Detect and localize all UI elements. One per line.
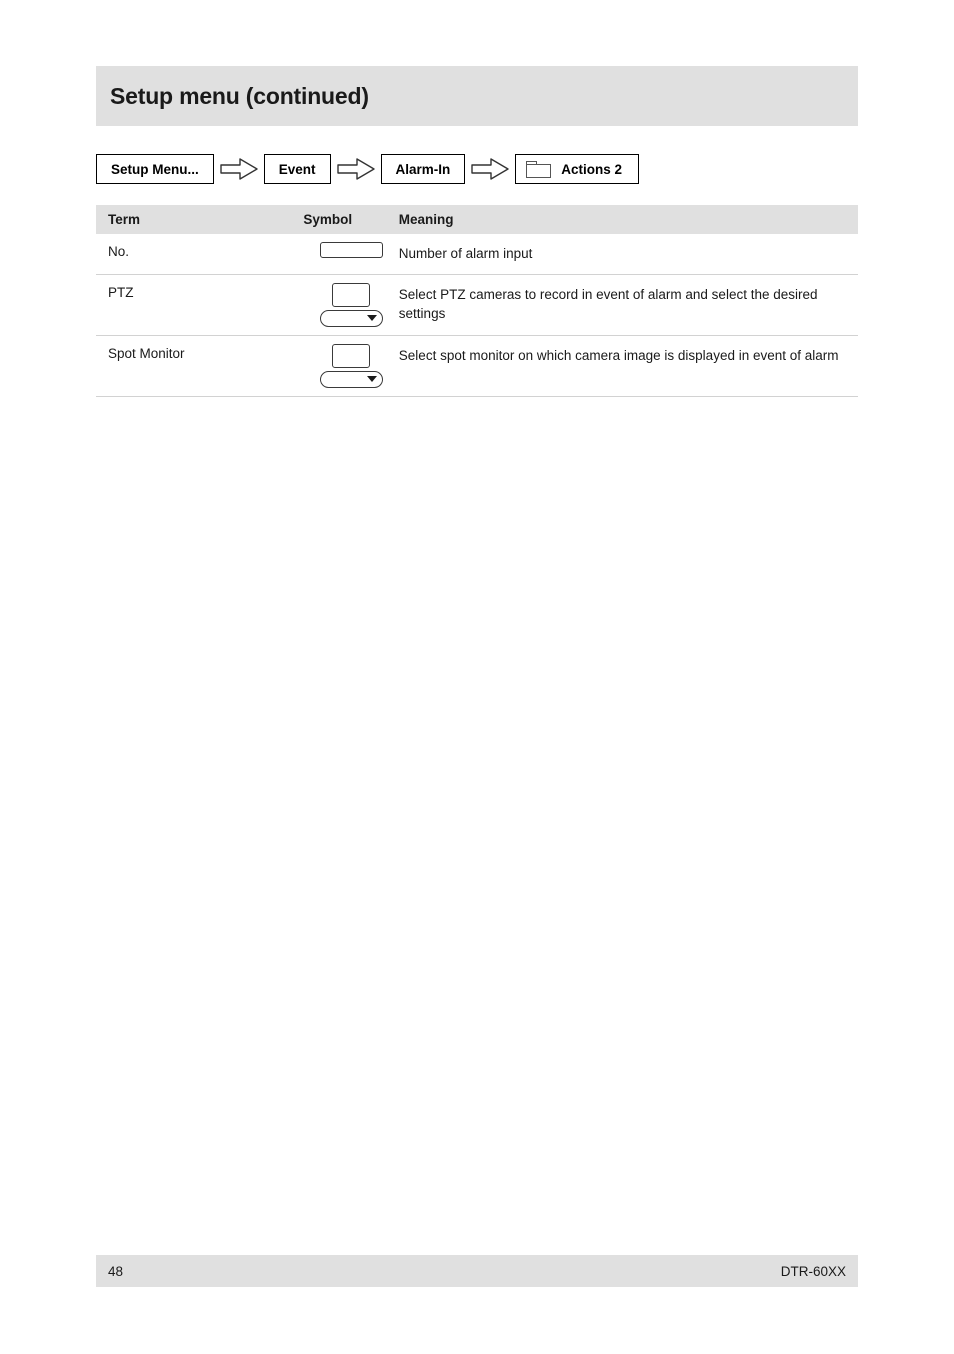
term-label: PTZ [108,284,134,300]
breadcrumb-label: Setup Menu... [111,161,199,177]
right-arrow-icon [465,158,515,180]
meaning-cell: Number of alarm input [398,234,858,275]
table-row: No. Number of alarm input [96,234,858,275]
column-header-symbol: Symbol [303,212,353,227]
breadcrumb-label: Actions 2 [561,161,623,177]
meaning-text: Select PTZ cameras to record in event of… [398,286,818,322]
meaning-text: Number of alarm input [398,246,533,261]
document-page: Setup menu (continued) Setup Menu... Eve… [96,0,858,1354]
chevron-down-icon [366,376,377,383]
folder-icon [526,160,552,178]
right-arrow-icon [214,158,264,180]
dropdown-icon [319,309,383,327]
breadcrumb-label: Event [278,161,316,177]
chevron-down-icon [366,315,377,322]
term-cell: Spot Monitor [96,335,304,397]
symbol-cell [303,274,399,336]
term-cell: PTZ [96,274,304,336]
breadcrumb-item-actions-2[interactable]: Actions 2 [515,154,640,184]
text-field-icon [319,242,383,258]
breadcrumb-item-alarm-in[interactable]: Alarm-In [380,154,466,184]
meaning-cell: Select spot monitor on which camera imag… [398,335,858,397]
symbol-cell [303,335,399,397]
right-arrow-icon [331,158,381,180]
symbol-field-with-dropdown [303,336,398,396]
terms-table: Term Symbol Meaning No. Number of alarm … [96,205,858,397]
column-header-meaning: Meaning [398,212,454,227]
page-number: 48 [108,1263,124,1279]
text-field-icon [332,282,371,307]
breadcrumb-label: Alarm-In [395,161,451,177]
term-label: Spot Monitor [108,345,185,361]
breadcrumb: Setup Menu... Event Alarm-In Actions 2 [96,153,640,185]
symbol-field-with-dropdown [303,275,398,335]
breadcrumb-item-setup-menu[interactable]: Setup Menu... [96,154,214,184]
meaning-text: Select spot monitor on which camera imag… [398,347,839,363]
term-label: No. [108,244,130,259]
column-header-term: Term [108,212,141,227]
table-row: Spot Monitor Select spot monitor on whic… [96,335,858,397]
dropdown-icon [319,370,383,388]
page-title-banner: Setup menu (continued) [96,66,858,126]
table-row: PTZ Select PTZ cameras to record in even… [96,274,858,336]
meaning-cell: Select PTZ cameras to record in event of… [398,274,858,336]
symbol-cell [303,234,399,275]
symbol-text-field [303,234,398,266]
text-field-icon [332,343,371,368]
breadcrumb-item-event[interactable]: Event [263,154,331,184]
term-cell: No. [96,234,304,275]
page-title: Setup menu (continued) [110,82,369,109]
model-name: DTR-60XX [780,1263,846,1279]
table-header-row: Term Symbol Meaning [96,205,858,234]
page-footer: 48 DTR-60XX [96,1255,858,1287]
